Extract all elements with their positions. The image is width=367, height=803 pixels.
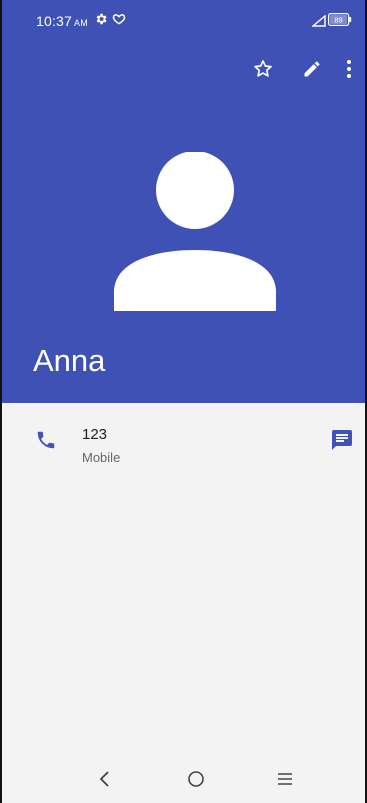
back-icon <box>99 771 109 787</box>
phone-entry-row[interactable]: 123 Mobile <box>20 415 360 475</box>
message-icon <box>332 430 352 450</box>
contact-header: 10:37 AM 89 Anna <box>0 0 367 403</box>
status-bar: 10:37 AM 89 <box>0 0 367 40</box>
status-time: 10:37 AM <box>36 13 88 29</box>
contact-name: Anna <box>33 343 106 378</box>
signal-icon <box>311 14 326 32</box>
battery-icon: 89 <box>328 13 352 31</box>
menu-icon <box>278 773 292 785</box>
phone-icon <box>35 429 57 456</box>
message-button[interactable] <box>330 428 354 457</box>
nav-recents-button[interactable] <box>273 767 297 791</box>
contact-avatar <box>114 151 276 312</box>
edit-button[interactable] <box>299 58 325 84</box>
phone-type-label: Mobile <box>82 450 121 465</box>
heart-icon <box>112 12 126 31</box>
status-time-ampm: AM <box>74 18 88 28</box>
pencil-icon <box>302 59 322 84</box>
phone-number: 123 <box>82 426 108 443</box>
nav-back-button[interactable] <box>92 767 116 791</box>
navigation-bar <box>0 755 367 803</box>
status-time-value: 10:37 <box>36 13 73 29</box>
favorite-button[interactable] <box>250 58 276 84</box>
home-icon <box>188 771 204 787</box>
more-vert-icon <box>346 59 352 84</box>
nav-home-button[interactable] <box>184 767 208 791</box>
more-options-button[interactable] <box>339 58 359 84</box>
gear-icon <box>94 12 108 31</box>
battery-level: 89 <box>334 16 342 25</box>
star-outline-icon <box>252 58 274 85</box>
person-placeholder-icon <box>114 151 276 311</box>
